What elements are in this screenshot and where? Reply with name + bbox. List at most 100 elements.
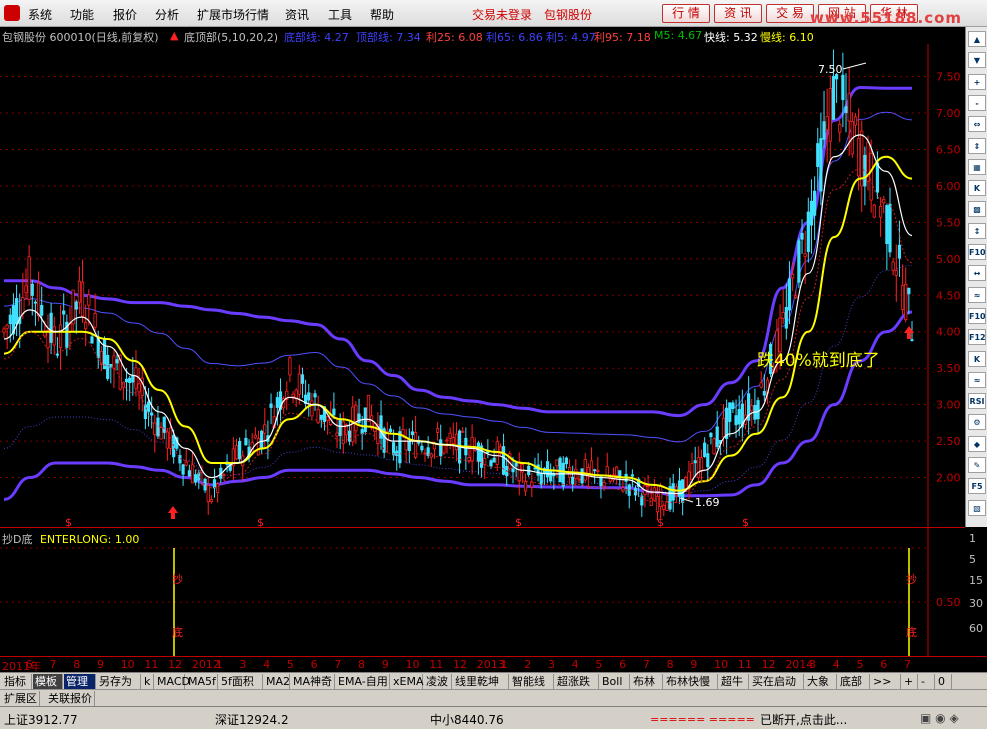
candle-body — [737, 409, 741, 425]
candle-body — [461, 430, 465, 433]
right-toolbar: ▲ ▼ + - ⇔ ⇕ ▦ K ▩ ↕ F10 ↔ ≈ F10 F12 K ≈ RSI ⚙ ◆ ✎ F5 ▧ — [965, 27, 987, 527]
tab-1[interactable]: 模板 — [33, 674, 63, 689]
menu-quote[interactable]: 报价 — [113, 6, 137, 23]
tab-20[interactable]: 买在启动 — [750, 674, 804, 689]
tab-11[interactable]: xEMA — [391, 674, 423, 689]
toolbar-icon-11[interactable]: ↔ — [968, 265, 986, 282]
toolbar-icon-17[interactable]: RSI — [968, 393, 986, 410]
sub-indicator-label[interactable]: 抄D底 — [2, 533, 32, 546]
candle-body — [728, 402, 732, 422]
tab-26[interactable]: 0 — [936, 674, 952, 689]
tab-16[interactable]: Boll — [600, 674, 630, 689]
tab-13[interactable]: 线里乾坤 — [453, 674, 509, 689]
tab-9[interactable]: MA神奇 — [291, 674, 335, 689]
toolbar-icon-18[interactable]: ⚙ — [968, 414, 986, 431]
menu-system[interactable]: 系统 — [28, 6, 52, 23]
toolbar-icon-7[interactable]: K — [968, 180, 986, 197]
tab-22[interactable]: 底部 — [838, 674, 870, 689]
candle-body — [891, 261, 895, 271]
indicator-name[interactable]: 底顶部(5,10,20,2) — [184, 29, 278, 44]
menu-info[interactable]: 资讯 — [285, 6, 309, 23]
toolbar-icon-4[interactable]: ⇔ — [968, 116, 986, 133]
tab-4[interactable]: k — [142, 674, 154, 689]
date-tick: 12 — [168, 658, 183, 671]
toolbar-icon-13[interactable]: F10 — [968, 307, 986, 324]
tab-7[interactable]: 5f面积 — [219, 674, 263, 689]
tab-24[interactable]: + — [902, 674, 918, 689]
candle-body — [501, 446, 506, 475]
tab-23[interactable]: >> — [871, 674, 901, 689]
tab-18[interactable]: 布林快慢 — [664, 674, 718, 689]
menu-analysis[interactable]: 分析 — [155, 6, 179, 23]
toolbar-icon-6[interactable]: ▦ — [968, 158, 986, 175]
candle-body — [523, 481, 528, 492]
date-tick: 8 — [666, 658, 674, 671]
candle-body — [778, 317, 782, 353]
toolbar-icon-5[interactable]: ⇕ — [968, 137, 986, 154]
toolbar-icon-19[interactable]: ◆ — [968, 435, 986, 452]
candle-body — [693, 460, 697, 464]
tab-10[interactable]: EMA-自用 — [336, 674, 390, 689]
sub-indicator-panel[interactable]: 0.50 抄底 抄底 抄D底 ENTERLONG: 1.00 — [0, 527, 965, 657]
shanghai-index[interactable]: 上证3912.77 — [4, 711, 78, 728]
toolbar-icon-8[interactable]: ▩ — [968, 201, 986, 218]
toolbar-icon-0[interactable]: ▲ — [968, 31, 986, 47]
toolbar-icon-20[interactable]: ✎ — [968, 457, 986, 473]
tab-6[interactable]: MA5f — [186, 674, 218, 689]
date-tick: 6 — [310, 658, 318, 671]
tab-2[interactable]: 管理 — [64, 674, 96, 689]
news-button[interactable]: 资 讯 — [714, 4, 762, 23]
sme-index[interactable]: 中小8440.76 — [430, 711, 504, 728]
menu-tools[interactable]: 工具 — [328, 6, 352, 23]
candle-body — [395, 450, 399, 456]
trade-button[interactable]: 交 易 — [766, 4, 814, 23]
candle-body — [62, 310, 66, 315]
date-tick: 11 — [429, 658, 444, 671]
toolbar-icon-14[interactable]: F12 — [968, 329, 986, 346]
date-tick: 9 — [381, 658, 389, 671]
tab-5[interactable]: MACD — [155, 674, 190, 689]
tab-extension-area[interactable]: 扩展区 — [2, 691, 40, 706]
quote-button[interactable]: 行 情 — [662, 4, 710, 23]
candle-body — [885, 205, 889, 245]
toolbar-icon-22[interactable]: ▧ — [968, 499, 986, 516]
shenzhen-index[interactable]: 深证12924.2 — [215, 711, 289, 728]
menu-extended-market[interactable]: 扩展市场行情 — [197, 6, 269, 23]
candle-body — [435, 428, 440, 433]
toolbar-icon-15[interactable]: K — [968, 350, 986, 367]
candle-body — [671, 483, 675, 501]
toolbar-icon-12[interactable]: ≈ — [968, 286, 986, 303]
tab-3[interactable]: 另存为 — [97, 674, 141, 689]
toolbar-icon-21[interactable]: F5 — [968, 478, 986, 495]
trade-login-status[interactable]: 交易未登录 — [472, 6, 532, 23]
candle-body — [297, 373, 301, 395]
connection-status[interactable]: 已断开,点击此... — [760, 711, 847, 728]
menu-help[interactable]: 帮助 — [370, 6, 394, 23]
tab-15[interactable]: 超涨跌 — [555, 674, 599, 689]
toolbar-icon-9[interactable]: ↕ — [968, 222, 986, 239]
candle-body — [137, 383, 141, 393]
tab-related-quotes[interactable]: 关联报价 — [46, 691, 95, 706]
toolbar-icon-1[interactable]: ▼ — [968, 52, 986, 69]
candle-body — [445, 439, 449, 442]
tab-8[interactable]: MA2 — [264, 674, 290, 689]
toolbar-icon-3[interactable]: - — [968, 94, 986, 111]
tab-19[interactable]: 超牛 — [719, 674, 749, 689]
toolbar-icon-2[interactable]: + — [968, 73, 986, 90]
tab-14[interactable]: 智能线 — [510, 674, 554, 689]
tab-0[interactable]: 指标 — [2, 674, 32, 689]
tab-17[interactable]: 布林 — [631, 674, 663, 689]
toolbar-icon-10[interactable]: F10 — [968, 244, 986, 260]
candle-body — [310, 400, 314, 417]
date-tick: 6 — [880, 658, 888, 671]
toolbar-icon-16[interactable]: ≈ — [968, 371, 986, 388]
price-chart[interactable]: 7.50 7.00 6.50 6.00 5.50 5.00 4.50 4.00 3.50 3.00… — [0, 44, 965, 531]
menu-function[interactable]: 功能 — [70, 6, 94, 23]
tab-25[interactable]: - — [919, 674, 935, 689]
candle-body — [253, 434, 257, 439]
candle-body — [2, 328, 6, 333]
candle-body — [652, 487, 656, 501]
tab-12[interactable]: 凌波 — [424, 674, 452, 689]
candle-body — [712, 438, 716, 455]
tab-21[interactable]: 大象 — [805, 674, 837, 689]
